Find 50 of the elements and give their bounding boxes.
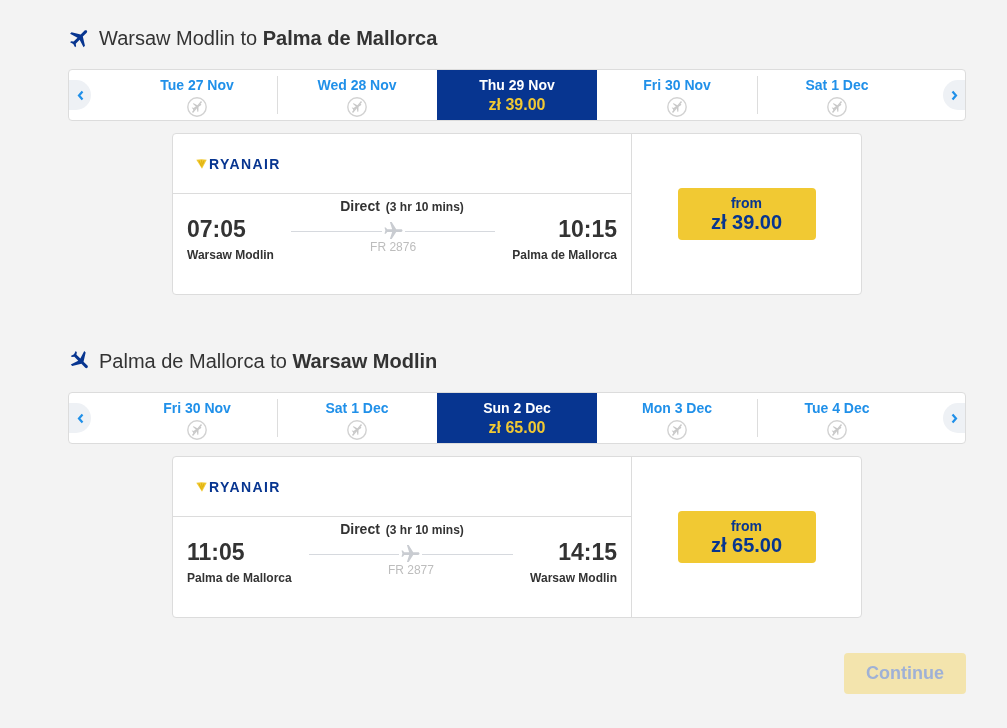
- departure-time: 07:05: [187, 216, 246, 243]
- stops-label: Direct: [340, 521, 380, 538]
- harp-logo-icon: [196, 158, 207, 169]
- next-dates-button[interactable]: [943, 80, 965, 110]
- no-flights-icon: [347, 97, 367, 117]
- harp-logo-icon: [196, 481, 207, 492]
- previous-dates-button[interactable]: [69, 80, 91, 110]
- no-flights-icon: [827, 420, 847, 440]
- route-title: Palma de Mallorca to Warsaw Modlin: [99, 349, 438, 374]
- date-tab[interactable]: Thu 29 Nov zł 39.00: [437, 70, 597, 120]
- chevron-right-icon: [950, 412, 958, 424]
- date-tab[interactable]: Sat 1 Dec: [757, 70, 917, 120]
- fare-button[interactable]: from zł 39.00: [677, 188, 816, 240]
- no-flights-icon: [827, 97, 847, 117]
- date-tab[interactable]: Mon 3 Dec: [597, 393, 757, 443]
- origin-airport: Palma de Mallorca: [187, 571, 292, 586]
- date-tab[interactable]: Sun 2 Dec zł 65.00: [437, 393, 597, 443]
- date-tab[interactable]: Sat 1 Dec: [277, 393, 437, 443]
- no-flights-icon: [347, 420, 367, 440]
- chevron-right-icon: [950, 89, 958, 101]
- no-flights-icon: [667, 97, 687, 117]
- departure-time: 11:05: [187, 539, 245, 566]
- date-tab[interactable]: Fri 30 Nov: [597, 70, 757, 120]
- chevron-left-icon: [76, 412, 84, 424]
- destination-airport: Warsaw Modlin: [530, 571, 617, 586]
- duration-label: (3 hr 10 mins): [385, 522, 464, 539]
- previous-dates-button[interactable]: [69, 403, 91, 433]
- stops-label: Direct: [340, 198, 380, 215]
- airline-name: RYANAIR: [209, 155, 281, 172]
- destination-airport: Palma de Mallorca: [512, 248, 617, 263]
- arrival-time: 10:15: [558, 216, 617, 243]
- next-dates-button[interactable]: [943, 403, 965, 433]
- route-title: Warsaw Modlin to Palma de Mallorca: [99, 26, 438, 51]
- date-tab[interactable]: Fri 30 Nov: [117, 393, 277, 443]
- plane-icon: [383, 222, 403, 240]
- no-flights-icon: [667, 420, 687, 440]
- date-tab[interactable]: Wed 28 Nov: [277, 70, 437, 120]
- fare-button[interactable]: from zł 65.00: [677, 511, 816, 563]
- origin-airport: Warsaw Modlin: [187, 248, 274, 263]
- no-flights-icon: [187, 420, 207, 440]
- no-flights-icon: [187, 97, 207, 117]
- flight-number: FR 2876: [370, 240, 417, 255]
- arrival-time: 14:15: [558, 539, 617, 566]
- airline-name: RYANAIR: [209, 478, 281, 495]
- flight-number: FR 2877: [387, 563, 434, 578]
- date-tab[interactable]: Tue 4 Dec: [757, 393, 917, 443]
- chevron-left-icon: [76, 89, 84, 101]
- date-tab[interactable]: Tue 27 Nov: [117, 70, 277, 120]
- duration-label: (3 hr 10 mins): [385, 199, 464, 216]
- plane-icon: [401, 545, 421, 563]
